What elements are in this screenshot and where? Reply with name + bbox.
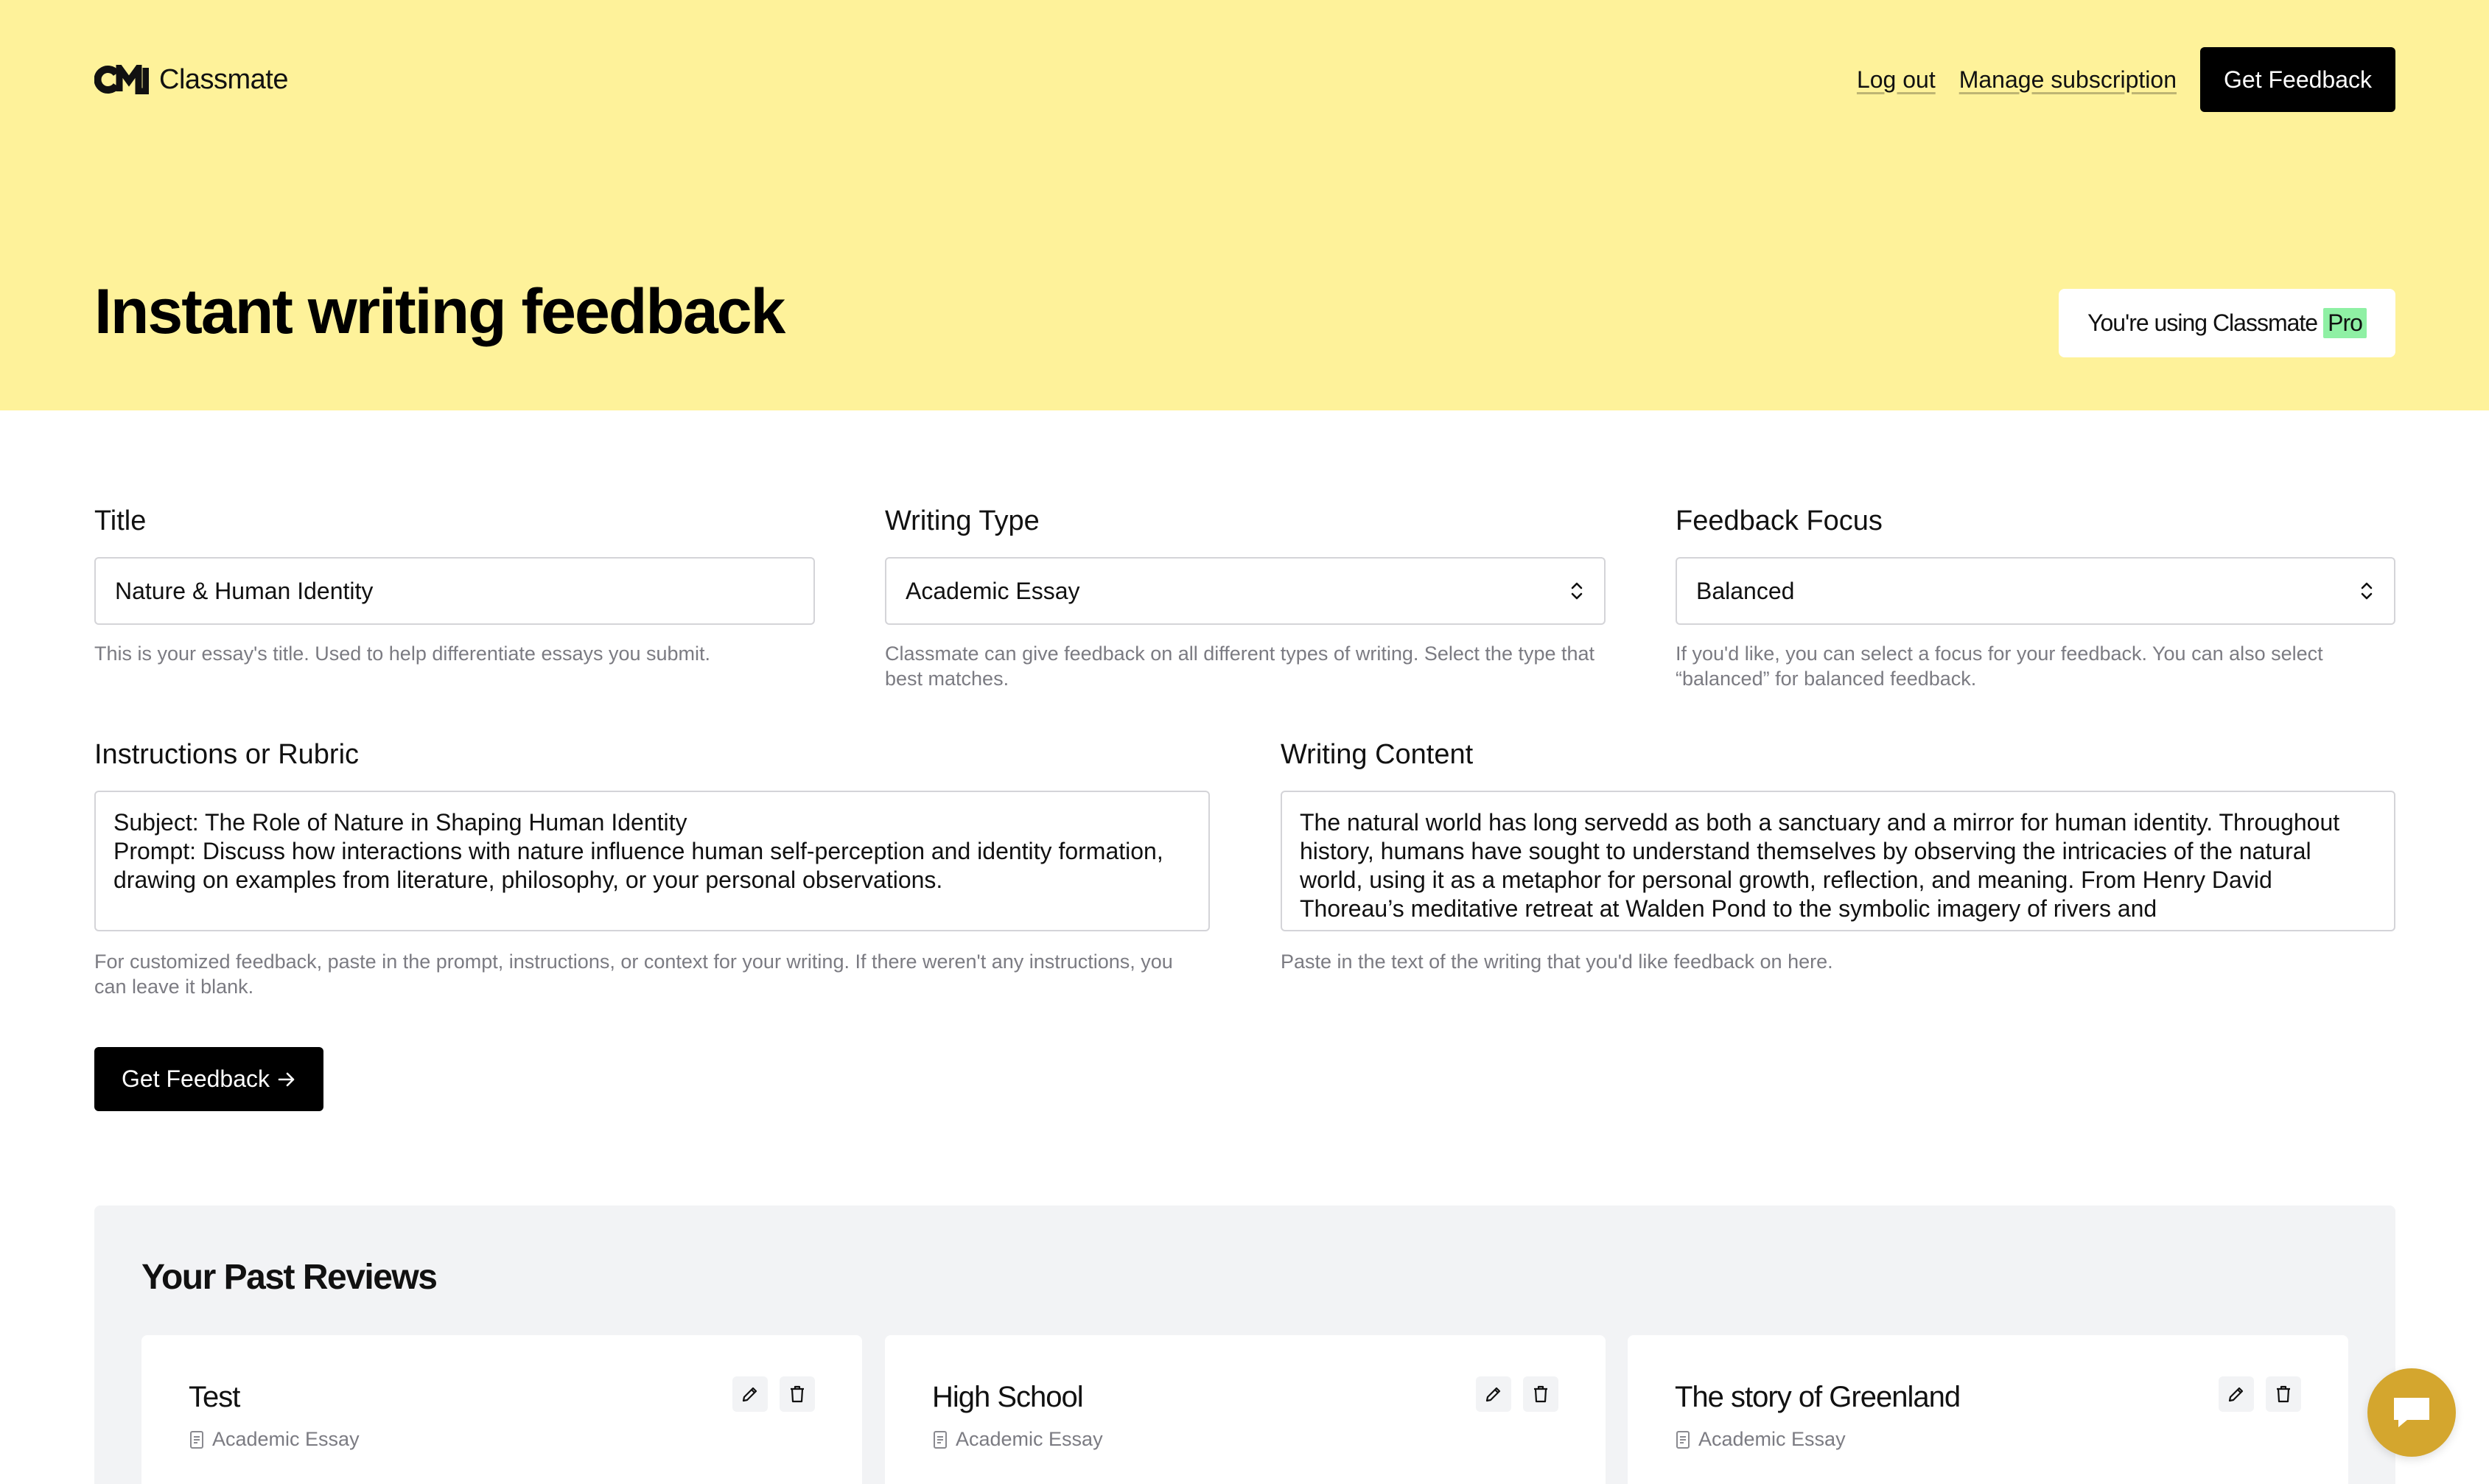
get-feedback-button[interactable]: Get Feedback xyxy=(94,1047,323,1111)
title-label: Title xyxy=(94,505,147,536)
writing-content-label: Writing Content xyxy=(1281,739,1474,770)
review-card[interactable]: The story of Greenland Academic Essay xyxy=(1628,1335,2348,1484)
edit-review-button[interactable] xyxy=(1476,1376,1511,1412)
chevron-updown-icon xyxy=(1571,582,1583,600)
review-card-title: The story of Greenland xyxy=(1675,1381,1961,1413)
chat-icon xyxy=(2394,1398,2429,1427)
writing-type-value: Academic Essay xyxy=(906,577,1080,604)
chat-launcher-button[interactable] xyxy=(2367,1368,2456,1457)
chevron-updown-icon xyxy=(2361,582,2373,600)
past-reviews-title: Your Past Reviews xyxy=(141,1258,438,1297)
review-card-type-label: Academic Essay xyxy=(1698,1428,1846,1450)
review-card-title: High School xyxy=(932,1381,1084,1413)
pencil-icon xyxy=(742,1387,757,1402)
header-nav: Log out Manage subscription Get Feedback xyxy=(1857,47,2395,112)
writing-type-help: Classmate can give feedback on all diffe… xyxy=(885,643,1595,690)
plan-badge: You're using Classmate Pro xyxy=(2059,289,2395,357)
pro-tag: Pro xyxy=(2323,308,2367,338)
writing-type-select[interactable]: Academic Essay xyxy=(885,557,1606,625)
delete-review-button[interactable] xyxy=(1523,1376,1558,1412)
classmate-logo-icon xyxy=(94,65,149,94)
logout-link[interactable]: Log out xyxy=(1857,66,1936,94)
top-navigation: Classmate Log out Manage subscription Ge… xyxy=(94,47,2395,112)
instructions-label: Instructions or Rubric xyxy=(94,739,360,770)
review-card-title: Test xyxy=(189,1381,240,1413)
instructions-help: For customized feedback, paste in the pr… xyxy=(94,951,1173,998)
feedback-focus-value: Balanced xyxy=(1696,577,1795,604)
feedback-focus-select[interactable]: Balanced xyxy=(1676,557,2395,625)
get-feedback-label: Get Feedback xyxy=(122,1065,270,1092)
manage-subscription-link[interactable]: Manage subscription xyxy=(1959,66,2177,94)
title-help: This is your essay's title. Used to help… xyxy=(94,643,711,665)
review-card-type: Academic Essay xyxy=(932,1428,1103,1451)
plan-badge-text: You're using Classmate xyxy=(2087,309,2318,336)
hero-section: Classmate Log out Manage subscription Ge… xyxy=(0,0,2489,410)
writing-content-help: Paste in the text of the writing that yo… xyxy=(1281,951,1833,973)
feedback-focus-label: Feedback Focus xyxy=(1676,505,1883,536)
review-card[interactable]: High School Academic Essay xyxy=(885,1335,1606,1484)
review-card-type-label: Academic Essay xyxy=(956,1428,1103,1450)
title-input-value: Nature & Human Identity xyxy=(115,577,374,604)
document-icon xyxy=(934,1430,947,1449)
edit-review-button[interactable] xyxy=(732,1376,768,1412)
review-card[interactable]: Test Academic Essay xyxy=(141,1335,862,1484)
trash-icon xyxy=(1534,1385,1547,1403)
brand-logo[interactable]: Classmate xyxy=(94,63,289,96)
document-icon xyxy=(190,1430,203,1449)
document-icon xyxy=(1676,1430,1690,1449)
delete-review-button[interactable] xyxy=(780,1376,815,1412)
edit-review-button[interactable] xyxy=(2219,1376,2254,1412)
review-card-type: Academic Essay xyxy=(189,1428,360,1451)
writing-content-textarea[interactable]: The natural world has long servedd as bo… xyxy=(1281,791,2395,931)
brand-name: Classmate xyxy=(159,63,289,95)
review-card-type-label: Academic Essay xyxy=(212,1428,360,1450)
review-card-type: Academic Essay xyxy=(1675,1428,1846,1451)
trash-icon xyxy=(791,1385,804,1403)
title-input[interactable]: Nature & Human Identity xyxy=(94,557,815,625)
delete-review-button[interactable] xyxy=(2266,1376,2301,1412)
page-title: Instant writing feedback xyxy=(94,276,785,347)
header-get-feedback-button[interactable]: Get Feedback xyxy=(2200,47,2395,112)
pencil-icon xyxy=(1485,1387,1501,1402)
writing-type-label: Writing Type xyxy=(885,505,1040,536)
arrow-right-icon xyxy=(278,1072,295,1086)
trash-icon xyxy=(2277,1385,2290,1403)
past-reviews-section: Your Past Reviews Test Academic Essay Hi… xyxy=(94,1205,2395,1484)
instructions-textarea[interactable]: Subject: The Role of Nature in Shaping H… xyxy=(94,791,1210,931)
pencil-icon xyxy=(2228,1387,2244,1402)
feedback-focus-help: If you'd like, you can select a focus fo… xyxy=(1676,643,2323,690)
